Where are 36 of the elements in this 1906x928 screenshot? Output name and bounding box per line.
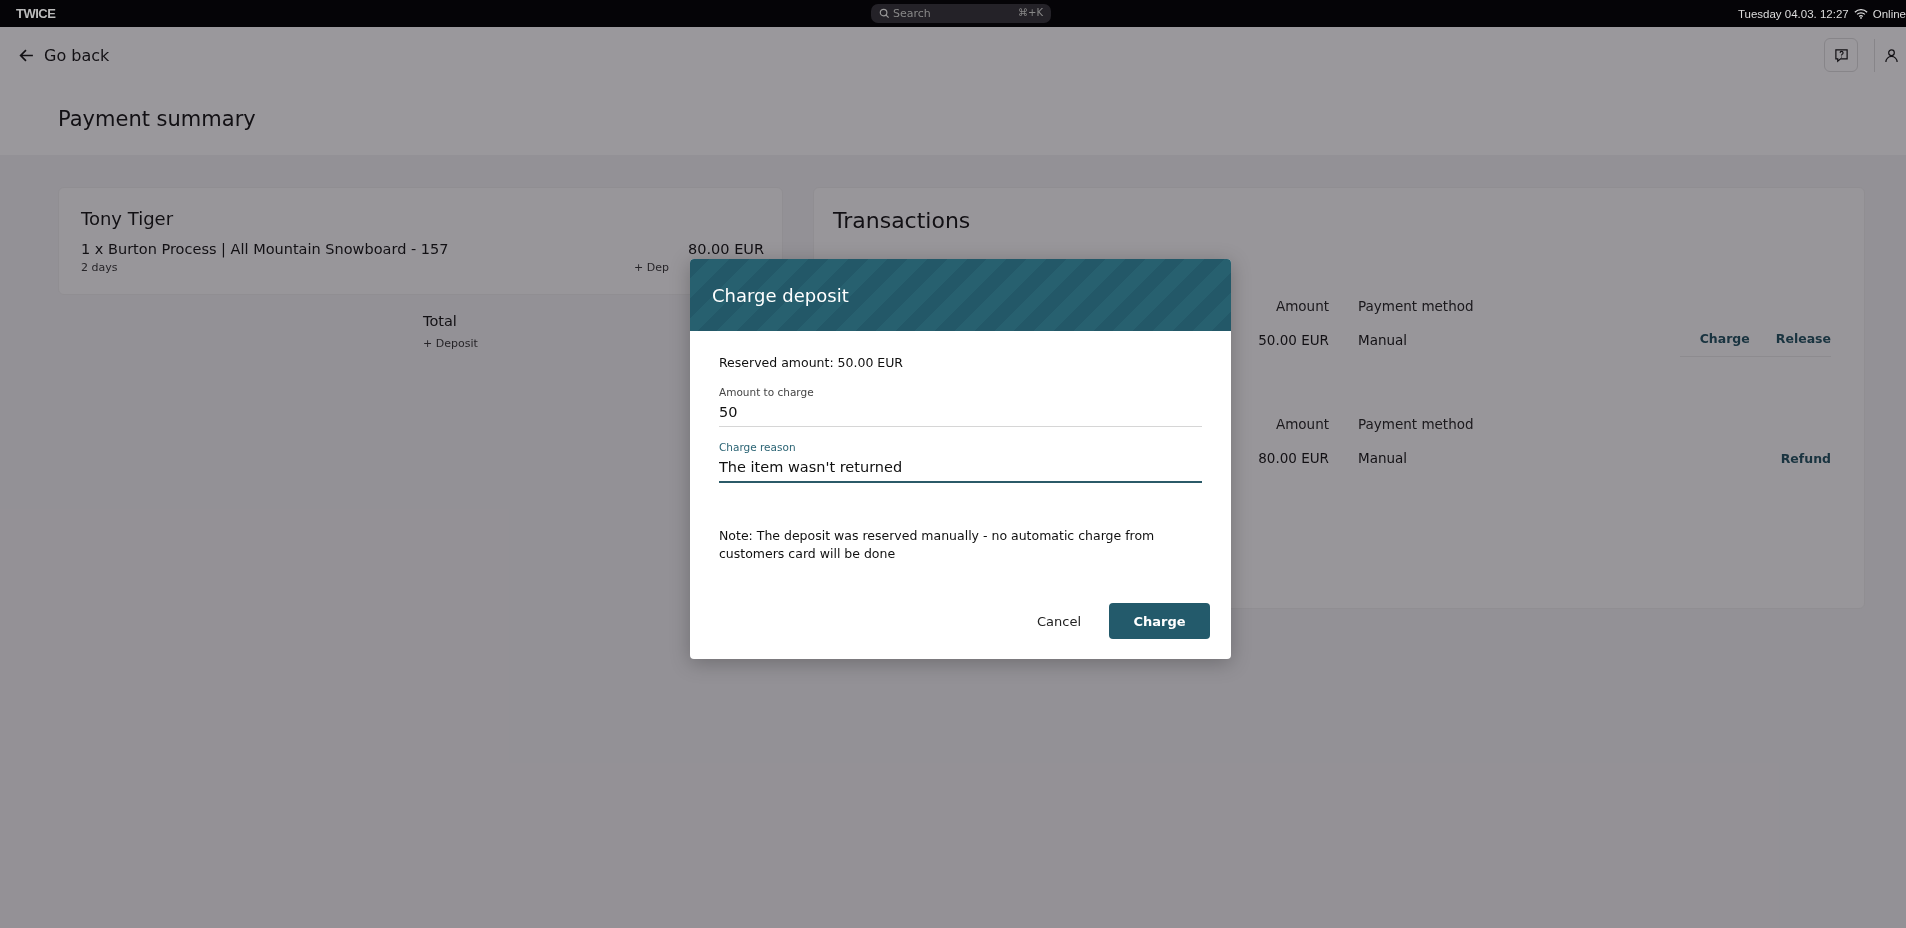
column-header: Payment method <box>1358 298 1475 314</box>
reserved-amount: Reserved amount: 50.00 EUR <box>719 355 905 370</box>
deposit-label: + Dep <box>634 261 669 274</box>
app-logo: TWICE <box>16 6 56 21</box>
connection-status: Online <box>1872 7 1906 20</box>
item-name: 1 x Burton Process | All Mountain Snowboard - 157 <box>81 241 449 257</box>
action-link[interactable]: Release <box>1775 331 1831 346</box>
column-header: Amount <box>1274 416 1329 432</box>
page-title: Payment summary <box>57 106 257 133</box>
section-title: Transactions <box>833 208 972 233</box>
help-chat-icon <box>1833 47 1849 63</box>
dialog-title: Charge deposit <box>712 284 849 306</box>
cancel-button[interactable]: Cancel <box>1030 605 1087 637</box>
field-label: Amount to charge <box>719 386 815 398</box>
total-label: Total <box>423 313 457 329</box>
field-label: Charge reason <box>719 441 797 453</box>
payment-method-cell-text: Manual <box>1358 332 1409 348</box>
wifi-icon <box>1853 8 1868 19</box>
column-header: Payment method <box>1358 416 1475 432</box>
date-time: Tuesday 04.03. 12:27 <box>1737 7 1849 20</box>
amount-cell-text: 80.00 EUR <box>1257 450 1329 466</box>
deposit-label: + Deposit <box>423 337 478 350</box>
search-icon <box>879 8 890 19</box>
item-price: 80.00 EUR <box>688 241 764 257</box>
action-link[interactable]: Charge <box>1699 331 1750 346</box>
customer-name: Tony Tiger <box>81 208 175 229</box>
back-button[interactable]: Go back <box>18 45 110 65</box>
help-button[interactable] <box>1824 38 1858 72</box>
charge-button[interactable]: Charge <box>1109 603 1210 639</box>
note-text: Note: The deposit was reserved manually - no automatic charge from customers card will be done <box>719 527 1156 563</box>
column-header: Amount <box>1274 298 1329 314</box>
payment-method-cell-text: Manual <box>1358 450 1409 466</box>
rental-duration: 2 days <box>81 261 118 274</box>
action-link[interactable]: Refund <box>1780 450 1831 466</box>
shortcut-hint: ⌘+K <box>1018 7 1043 18</box>
amount-cell-text: 50.00 EUR <box>1257 332 1329 348</box>
